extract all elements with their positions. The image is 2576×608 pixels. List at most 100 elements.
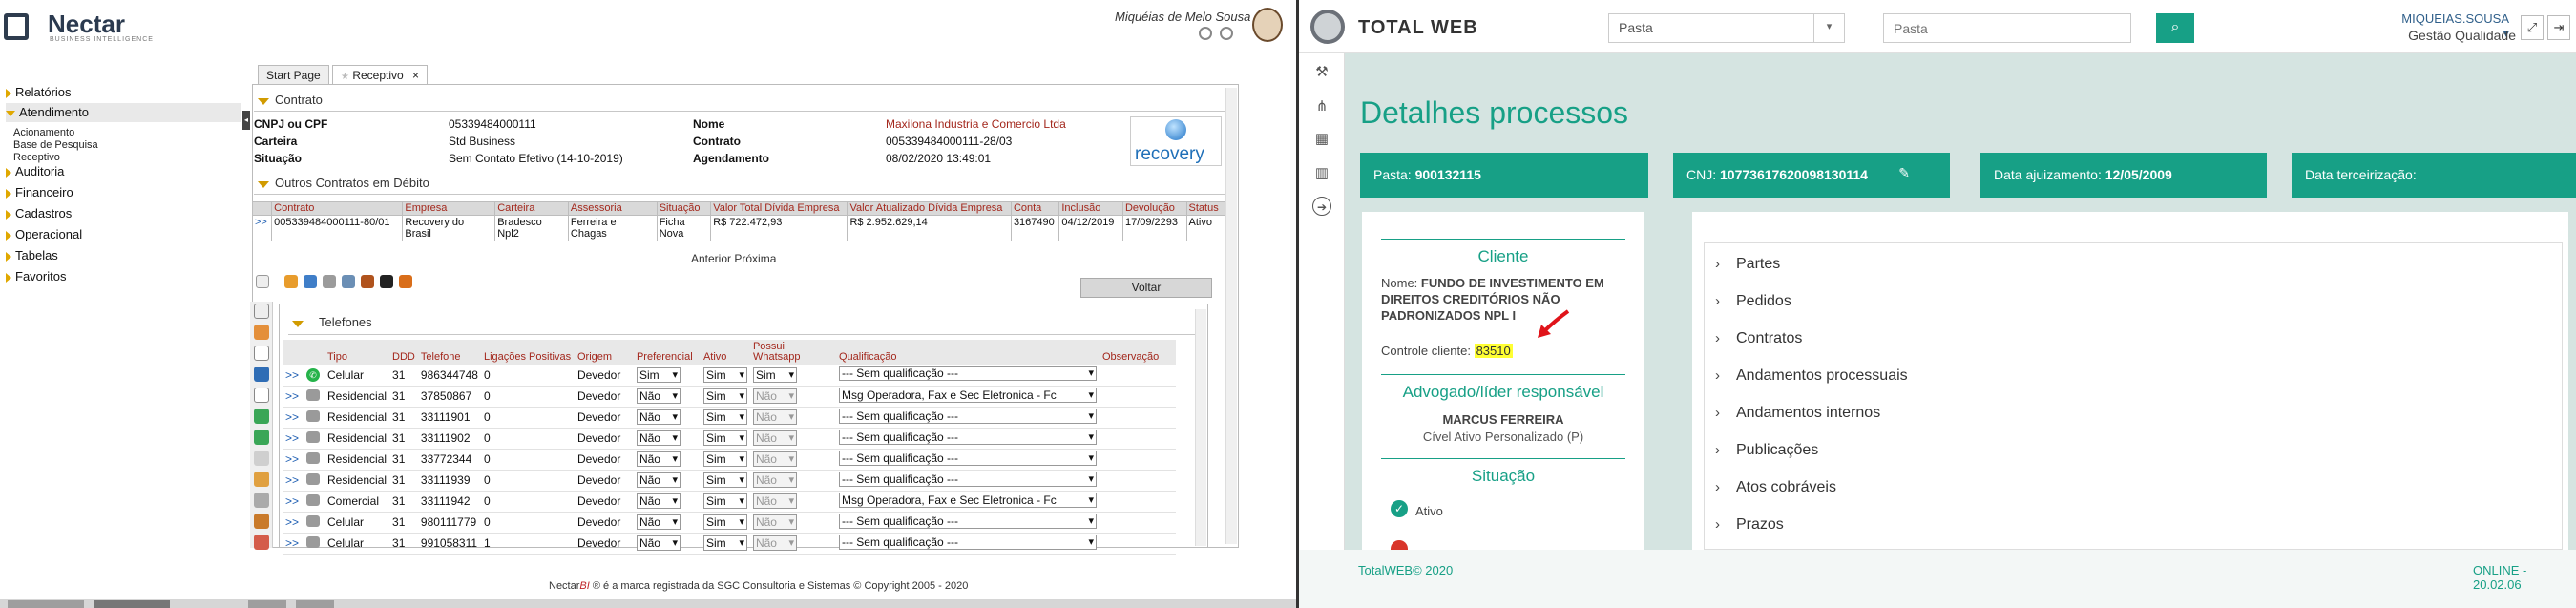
arrow-right-icon[interactable]: ➔ [1312, 197, 1331, 216]
computer-icon[interactable] [342, 275, 355, 288]
voltar-button[interactable]: Voltar [1080, 278, 1212, 298]
taskbar-item[interactable] [296, 600, 334, 608]
section-atos-cobraveis[interactable]: › Atos cobráveis [1715, 477, 1836, 498]
book-icon[interactable] [256, 275, 269, 288]
users-icon[interactable] [254, 493, 269, 508]
taskbar-item[interactable] [94, 600, 170, 608]
open-phone-link[interactable]: >> [283, 512, 304, 534]
open-phone-link[interactable]: >> [283, 470, 304, 492]
preferencial-select[interactable]: Não [633, 428, 701, 450]
collapse-sidebar-icon[interactable]: ◂ [242, 111, 250, 130]
fullscreen-icon[interactable]: ⤢ [2521, 15, 2544, 40]
whatsapp-select[interactable]: Não [749, 407, 836, 429]
phone-list-icon[interactable] [323, 275, 336, 288]
pager[interactable]: Anterior Próxima [691, 252, 776, 265]
preferencial-select[interactable]: Não [633, 470, 701, 492]
nav-atendimento[interactable]: Atendimento [6, 103, 241, 122]
taskbar-item[interactable] [8, 600, 84, 608]
whatsapp-select[interactable]: Não [749, 512, 836, 534]
nav-cadastros[interactable]: Cadastros [6, 204, 241, 223]
preferencial-select[interactable]: Sim [633, 365, 701, 387]
open-phone-link[interactable]: >> [283, 533, 304, 555]
preferencial-select[interactable]: Não [633, 407, 701, 429]
qualificacao-select[interactable]: --- Sem qualificação --- [835, 449, 1100, 471]
open-phone-link[interactable]: >> [283, 491, 304, 513]
document-icon[interactable] [254, 472, 269, 487]
calculator-icon[interactable] [254, 409, 269, 424]
telefones-scrollbar[interactable] [1195, 309, 1206, 546]
gavel-icon[interactable]: ⚒ [1312, 63, 1331, 82]
tab-start-page[interactable]: Start Page [258, 65, 329, 84]
panel-scrollbar[interactable] [1225, 88, 1237, 544]
chat-icon[interactable] [1199, 27, 1212, 40]
people-icon[interactable] [284, 275, 298, 288]
ativo-select[interactable]: Sim [700, 386, 750, 408]
section-contratos[interactable]: › Contratos [1715, 328, 1802, 349]
open-row-link[interactable]: >> [251, 215, 273, 241]
nav-relatorios[interactable]: Relatórios [6, 83, 241, 102]
grid-icon[interactable]: ▦ [1312, 130, 1331, 149]
nav-sub-acionamento[interactable]: Acionamento [13, 127, 74, 138]
pasta-select[interactable]: Pasta ▾ [1608, 13, 1845, 43]
ativo-select[interactable]: Sim [700, 491, 750, 513]
edit-icon[interactable] [254, 451, 269, 466]
ativo-select[interactable]: Sim [700, 533, 750, 555]
search-button[interactable]: ⌕ [2156, 13, 2194, 43]
power-icon[interactable] [1220, 27, 1233, 40]
whatsapp-select[interactable]: Não [749, 491, 836, 513]
section-pedidos[interactable]: › Pedidos [1715, 291, 1791, 312]
avatar[interactable] [1252, 8, 1283, 42]
preferencial-select[interactable]: Não [633, 533, 701, 555]
headset-icon[interactable] [254, 367, 269, 382]
phone-green-icon[interactable] [254, 430, 269, 445]
whatsapp-select[interactable]: Não [749, 386, 836, 408]
nav-sub-base-pesquisa[interactable]: Base de Pesquisa [13, 139, 98, 151]
section-andamentos-internos[interactable]: › Andamentos internos [1715, 403, 1880, 424]
close-tab-icon[interactable]: × [412, 69, 419, 82]
nav-financeiro[interactable]: Financeiro [6, 183, 241, 202]
qualificacao-select[interactable]: --- Sem qualificação --- [835, 365, 1100, 387]
logout-icon[interactable]: ⇥ [2547, 15, 2570, 40]
open-phone-link[interactable]: >> [283, 428, 304, 450]
preferencial-select[interactable]: Não [633, 449, 701, 471]
house-icon[interactable] [254, 388, 269, 403]
nav-tabelas[interactable]: Tabelas [6, 246, 241, 265]
ativo-select[interactable]: Sim [700, 365, 750, 387]
section-telefones-title[interactable]: Telefones [288, 315, 372, 329]
ativo-select[interactable]: Sim [700, 470, 750, 492]
section-prazos[interactable]: › Prazos [1715, 514, 1784, 535]
whatsapp-select[interactable]: Não [749, 428, 836, 450]
ativo-select[interactable]: Sim [700, 449, 750, 471]
cart-icon[interactable] [254, 304, 269, 319]
handshake-icon[interactable] [254, 325, 269, 340]
book-stack-icon[interactable] [361, 275, 374, 288]
section-contrato-title[interactable]: Contrato [254, 93, 323, 107]
section-andamentos-processuais[interactable]: › Andamentos processuais [1715, 366, 1908, 387]
qualificacao-select[interactable]: --- Sem qualificação --- [835, 428, 1100, 450]
qualificacao-select[interactable]: --- Sem qualificação --- [835, 407, 1100, 429]
qualificacao-select[interactable]: Msg Operadora, Fax e Sec Eletronica - Fc [835, 386, 1100, 408]
bank-icon[interactable] [254, 514, 269, 529]
clipboard-icon[interactable] [254, 346, 269, 361]
preferencial-select[interactable]: Não [633, 491, 701, 513]
qualificacao-select[interactable]: Msg Operadora, Fax e Sec Eletronica - Fc [835, 491, 1100, 513]
ativo-select[interactable]: Sim [700, 428, 750, 450]
preferencial-select[interactable]: Não [633, 512, 701, 534]
nav-auditoria[interactable]: Auditoria [6, 162, 241, 181]
qualificacao-select[interactable]: --- Sem qualificação --- [835, 512, 1100, 534]
pin-icon[interactable]: ✎ [1898, 165, 1910, 181]
ativo-select[interactable]: Sim [700, 512, 750, 534]
whatsapp-select[interactable]: Não [749, 533, 836, 555]
taskbar-item[interactable] [248, 600, 286, 608]
tab-receptivo[interactable]: ★ Receptivo × [332, 65, 429, 84]
share-icon[interactable]: ⋔ [1312, 97, 1331, 116]
search-input[interactable] [1883, 13, 2131, 43]
whatsapp-select[interactable]: Não [749, 470, 836, 492]
section-publicacoes[interactable]: › Publicações [1715, 440, 1818, 461]
nav-favoritos[interactable]: Favoritos [6, 267, 241, 286]
chart-icon[interactable]: ▥ [1312, 164, 1331, 183]
ativo-select[interactable]: Sim [700, 407, 750, 429]
open-phone-link[interactable]: >> [283, 365, 304, 387]
user-settings-icon[interactable] [399, 275, 412, 288]
open-phone-link[interactable]: >> [283, 386, 304, 408]
